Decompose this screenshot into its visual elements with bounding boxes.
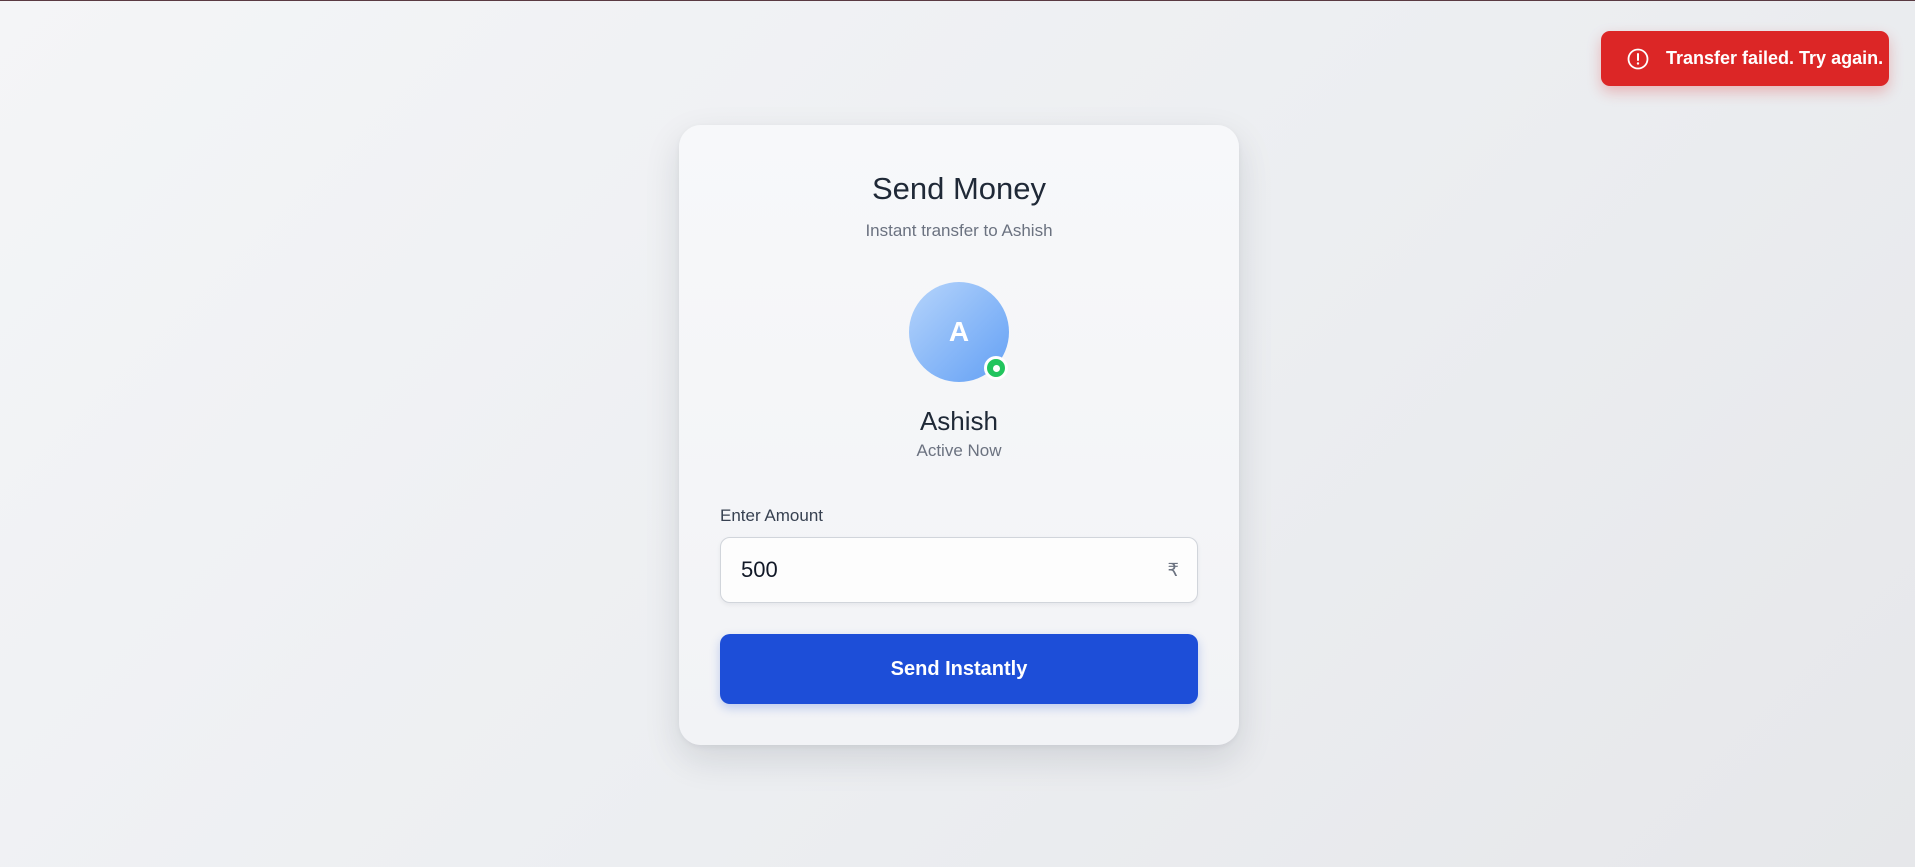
send-money-card: Send Money Instant transfer to Ashish A … [679, 125, 1239, 745]
online-status-dot-center [992, 364, 1000, 372]
toast-message: Transfer failed. Try again. [1666, 48, 1884, 68]
page-subtitle: Instant transfer to Ashish [865, 221, 1053, 240]
page-title: Send Money [871, 171, 1047, 206]
recipient-name: Ashish [919, 406, 999, 436]
amount-label: Enter Amount [720, 506, 824, 525]
rupee-icon: ₹ [1167, 560, 1179, 581]
avatar-initial: A [948, 316, 970, 347]
amount-field: ₹ [720, 537, 1198, 603]
online-status-icon [984, 356, 1008, 380]
amount-input[interactable] [741, 538, 1141, 602]
error-toast: Transfer failed. Try again. [1601, 31, 1889, 86]
send-instantly-button[interactable]: Send Instantly [720, 634, 1198, 704]
alert-circle-icon [1626, 47, 1650, 71]
window-top-border [0, 0, 1915, 1]
recipient-status: Active Now [916, 441, 1002, 460]
